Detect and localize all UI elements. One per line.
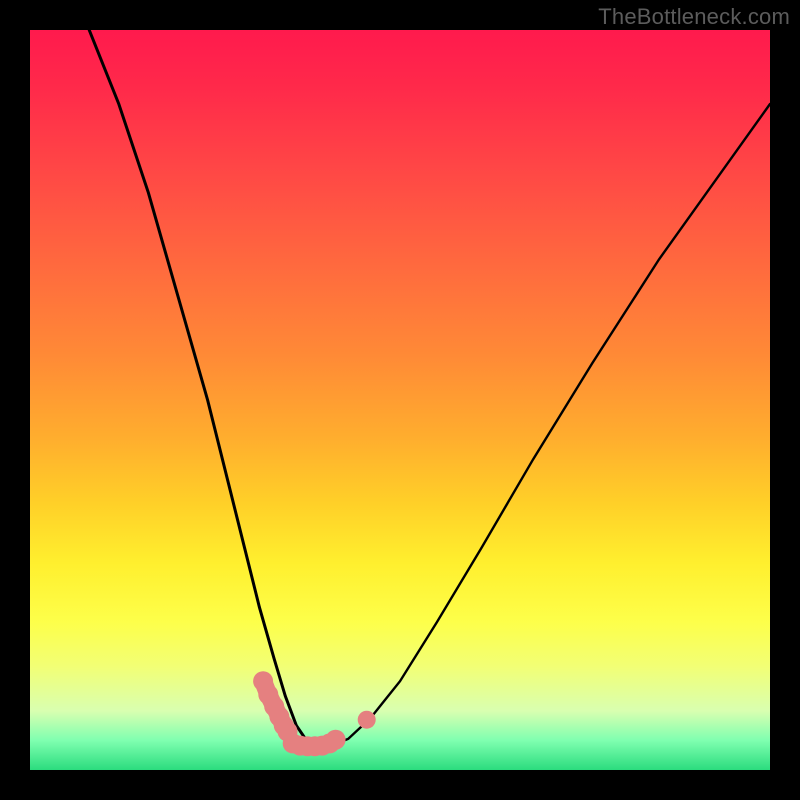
- chart-frame: TheBottleneck.com: [0, 0, 800, 800]
- markers-bottom-dot: [326, 730, 346, 750]
- watermark-text: TheBottleneck.com: [598, 4, 790, 30]
- right-curve: [317, 104, 770, 746]
- curves-svg: [30, 30, 770, 770]
- plot-area: [30, 30, 770, 770]
- marker-layer: [253, 671, 376, 756]
- left-curve: [89, 30, 317, 746]
- curve-layer: [89, 30, 770, 746]
- marker-right-dot: [358, 711, 376, 729]
